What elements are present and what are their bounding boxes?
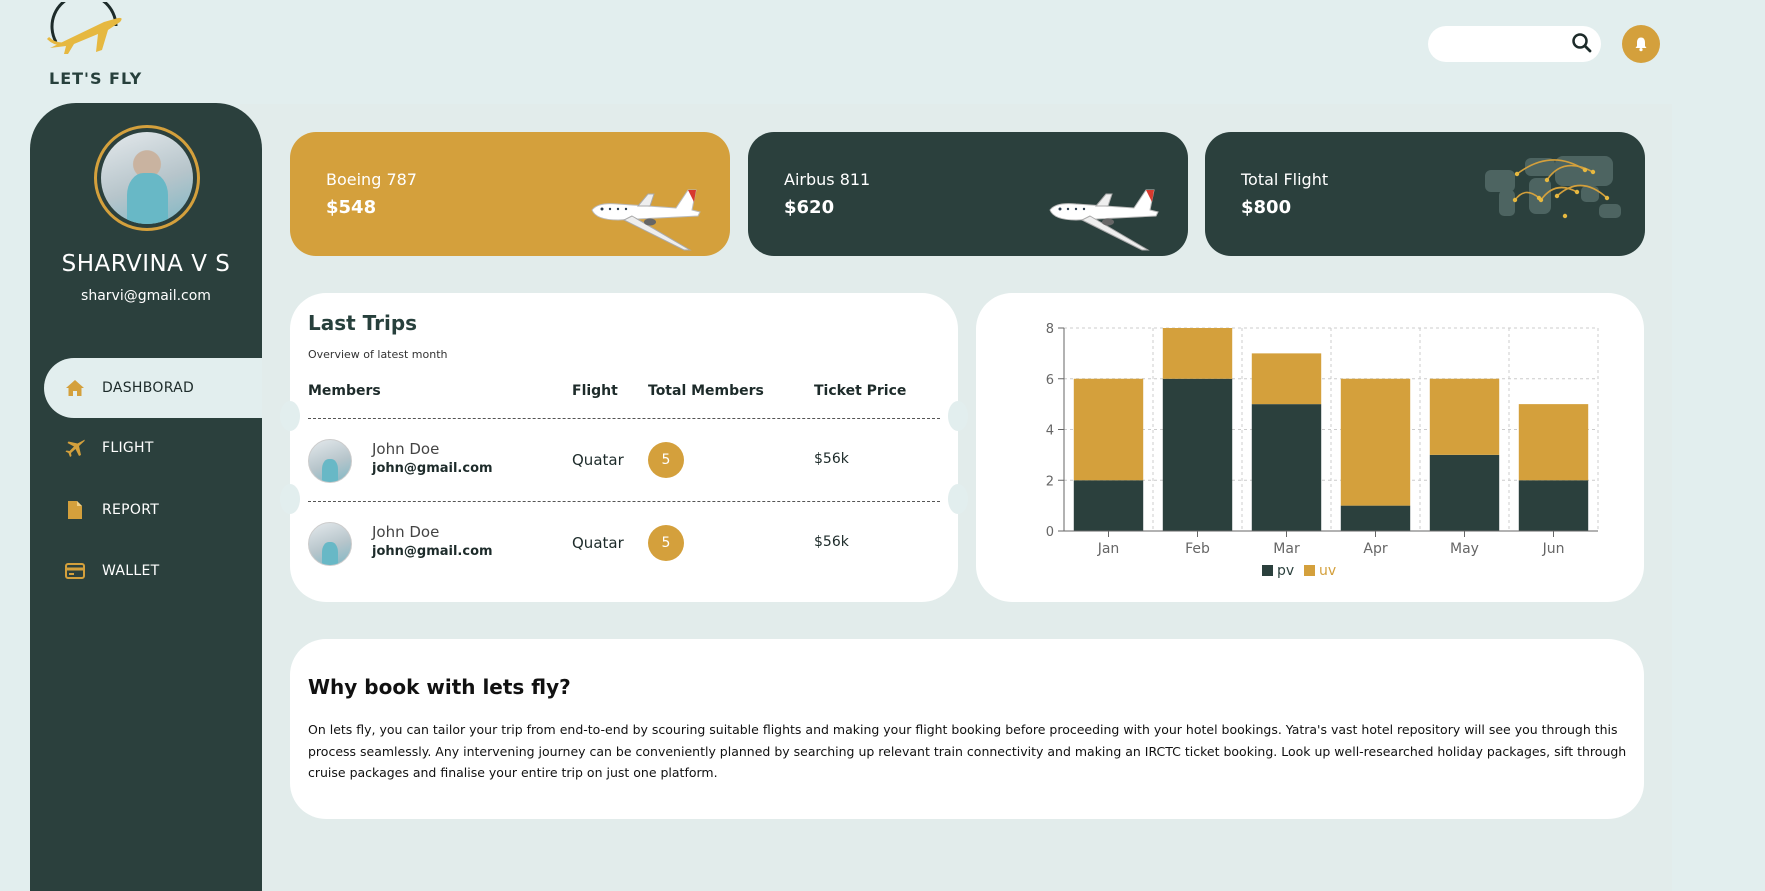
stat-card-boeing[interactable]: Boeing 787 $548 [290,132,730,256]
column-header: Flight [572,383,618,399]
file-icon [64,499,86,521]
column-header: Members [308,383,381,399]
sidebar: SHARVINA V S sharvi@gmail.com DASHBORAD … [30,103,262,891]
flight-name: Quatar [572,534,624,552]
stat-card-total-flight[interactable]: Total Flight $800 [1205,132,1645,256]
ticket-price: $56k [814,451,849,467]
legend-swatch [1262,565,1273,576]
sidebar-item-wallet[interactable]: WALLET [64,556,159,586]
card-value: $800 [1241,197,1292,218]
last-trips-panel: Last Trips Overview of latest month Memb… [280,293,968,602]
x-tick-label: Apr [1363,541,1387,557]
member-name: John Doe [372,440,440,458]
about-body: On lets fly, you can tailor your trip fr… [308,722,1627,780]
ticket-notch [948,484,968,514]
member-email: john@gmail.com [372,461,493,476]
sidebar-item-flight[interactable]: FLIGHT [64,433,154,463]
avatar[interactable] [94,125,200,231]
divider [308,501,940,502]
card-title: Airbus 811 [784,170,871,189]
airplane-icon [591,189,701,251]
section-title: Last Trips [308,311,418,335]
notification-button[interactable] [1622,25,1660,63]
sidebar-item-label: WALLET [102,563,160,579]
credit-card-icon [64,560,86,582]
bar-pv [1429,454,1500,531]
plane-logo-icon [46,2,122,54]
ticket-notch [280,484,300,514]
card-title: Total Flight [1241,170,1329,189]
ticket-notch [280,401,300,431]
world-map-icon [1485,156,1621,219]
bar-pv [1162,378,1233,531]
stacked-bar-chart: Jan Feb Mar Apr May Jun 0 2 4 6 8 pv uv [1046,322,1599,579]
user-email: sharvi@gmail.com [81,288,211,304]
y-tick-label: 4 [1046,424,1054,439]
ticket-notch [948,401,968,431]
member-name: John Doe [372,523,440,541]
bar-uv [1429,378,1500,455]
stacked-bar-chart-panel: Jan Feb Mar Apr May Jun 0 2 4 6 8 pv uv [976,293,1644,602]
sidebar-item-label: REPORT [102,502,160,518]
card-value: $548 [326,197,377,218]
divider [308,418,940,419]
section-subtitle: Overview of latest month [308,348,448,361]
sidebar-item-label: DASHBORAD [102,380,195,396]
members-badge: 5 [648,442,684,478]
y-tick-label: 2 [1046,474,1054,489]
x-tick-label: Feb [1185,541,1210,557]
bar-pv [1518,480,1589,531]
ticket-price: $56k [814,534,849,550]
bar-pv [1251,404,1322,531]
column-header: Ticket Price [814,383,907,399]
y-tick-label: 8 [1046,322,1054,337]
bar-uv [1340,378,1411,506]
members-badge: 5 [648,525,684,561]
bell-icon [1635,37,1647,52]
bar-pv [1073,480,1144,531]
sidebar-item-report[interactable]: REPORT [64,495,159,525]
avatar [308,522,352,566]
x-tick-label: Mar [1273,541,1300,557]
stat-card-airbus[interactable]: Airbus 811 $620 [748,132,1188,256]
bar-uv [1162,328,1233,379]
bar-uv [1251,353,1322,405]
x-tick-label: Jan [1097,541,1120,557]
legend-swatch [1304,565,1315,576]
bar-uv [1518,404,1589,481]
about-panel: Why book with lets fly? On lets fly, you… [290,639,1644,819]
y-tick-label: 0 [1046,525,1054,540]
user-name: SHARVINA V S [61,251,231,277]
member-email: john@gmail.com [372,544,493,559]
card-title: Boeing 787 [326,170,417,189]
avatar [308,439,352,483]
y-tick-label: 6 [1046,373,1054,388]
home-icon [64,377,86,399]
x-tick-label: May [1450,541,1479,557]
column-header: Total Members [648,383,764,399]
x-tick-label: Jun [1542,541,1565,557]
brand-name: LET'S FLY [49,69,143,88]
search-icon[interactable] [1570,31,1594,55]
sidebar-item-label: FLIGHT [102,440,154,456]
legend-label: uv [1319,563,1336,579]
bar-uv [1073,378,1144,481]
brand-logo[interactable]: LET'S FLY [44,2,144,88]
sidebar-item-dashboard[interactable]: DASHBORAD [64,373,194,403]
card-value: $620 [784,197,835,218]
plane-icon [64,437,86,459]
airplane-icon [1049,189,1159,251]
legend-label: pv [1277,563,1294,579]
flight-name: Quatar [572,451,624,469]
bar-pv [1340,505,1411,531]
about-title: Why book with lets fly? [308,675,571,699]
